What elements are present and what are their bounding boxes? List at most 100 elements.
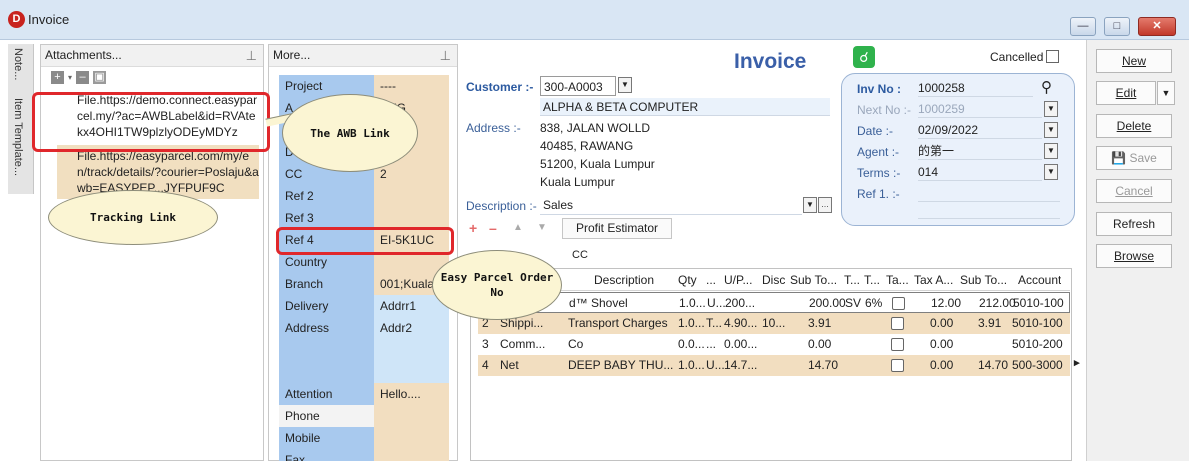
move-down-icon[interactable]: ▼ — [537, 222, 547, 233]
header-subtotal[interactable]: Sub To... — [790, 270, 837, 291]
save-button[interactable]: 💾 Save — [1096, 146, 1172, 170]
description-field[interactable]: Sales — [540, 195, 802, 215]
row-description[interactable]: Transport Charges — [568, 313, 668, 334]
save-attachment-icon[interactable]: ▣ — [93, 70, 107, 84]
tax-inclusive-checkbox[interactable] — [891, 338, 904, 351]
scroll-right-icon[interactable]: ▸ — [1074, 356, 1080, 369]
row-uom[interactable]: T... — [706, 313, 722, 334]
add-attachment-icon[interactable]: + — [51, 70, 64, 84]
ref1-field[interactable] — [918, 184, 1060, 202]
ref1-field-2[interactable] — [918, 205, 1060, 219]
maximize-button[interactable]: □ — [1104, 17, 1130, 36]
property-value[interactable] — [374, 207, 449, 229]
header-tax-rate[interactable]: T... — [864, 270, 880, 291]
tab-note[interactable]: Note... — [12, 48, 24, 80]
header-tax-code[interactable]: T... — [844, 270, 860, 291]
row-subtotal[interactable]: 3.91 — [808, 313, 831, 334]
row-uom[interactable]: ... — [706, 334, 716, 355]
property-value[interactable]: ---- — [374, 75, 449, 97]
customer-dropdown-icon[interactable]: ▼ — [618, 77, 632, 93]
row-total[interactable]: 14.70 — [978, 355, 1008, 376]
add-dropdown-icon[interactable]: ▾ — [68, 73, 72, 82]
next-no-dropdown-icon[interactable]: ▼ — [1044, 101, 1058, 117]
property-value[interactable]: Hello.... — [374, 383, 449, 405]
header-description[interactable]: Description — [594, 270, 654, 291]
header-account[interactable]: Account — [1018, 270, 1061, 291]
row-account[interactable]: 500-3000 — [1012, 355, 1063, 376]
move-up-icon[interactable]: ▲ — [513, 222, 523, 233]
browse-button[interactable]: Browse — [1096, 244, 1172, 268]
row-description[interactable]: Co — [568, 334, 583, 355]
header-qty[interactable]: Qty — [678, 270, 697, 291]
add-row-icon[interactable]: + — [469, 220, 477, 236]
date-field[interactable]: 02/09/2022 — [918, 121, 1042, 139]
row-tax-code[interactable]: SV — [845, 293, 861, 314]
row-total[interactable]: 212.00 — [979, 293, 1016, 314]
header-uom[interactable]: ... — [706, 270, 716, 291]
tax-inclusive-checkbox[interactable] — [891, 317, 904, 330]
customer-name-field[interactable]: ALPHA & BETA COMPUTER — [540, 98, 830, 116]
pin-icon[interactable]: ⊥ — [440, 46, 451, 66]
delete-button[interactable]: Delete — [1096, 114, 1172, 138]
cancel-button[interactable]: Cancel — [1096, 179, 1172, 203]
row-subtotal[interactable]: 0.00 — [808, 334, 831, 355]
row-qty[interactable]: 1.0... — [678, 313, 705, 334]
table-row[interactable]: 2 Shippi... Transport Charges 1.0... T... 4.9… — [478, 313, 1070, 334]
header-unit-price[interactable]: U/P... — [724, 270, 752, 291]
table-row[interactable]: 4 Net DEEP BABY THU... 1.0... U... 14.7... 14.… — [478, 355, 1070, 376]
share-icon[interactable]: ☌ — [853, 46, 875, 68]
date-dropdown-icon[interactable]: ▼ — [1044, 122, 1058, 138]
property-value[interactable] — [374, 361, 449, 383]
property-value[interactable] — [374, 449, 449, 461]
edit-button[interactable]: Edit — [1096, 81, 1156, 105]
row-account[interactable]: 5010-200 — [1012, 334, 1063, 355]
cancelled-checkbox[interactable] — [1046, 50, 1059, 63]
row-description[interactable]: DEEP BABY THU... — [568, 355, 673, 376]
row-unit-price[interactable]: 14.7... — [724, 355, 757, 376]
row-uom[interactable]: U... — [707, 293, 726, 314]
tax-inclusive-checkbox[interactable] — [892, 297, 905, 310]
profit-estimator-button[interactable]: Profit Estimator — [562, 218, 672, 239]
header-subtotal-tax[interactable]: Sub To... — [960, 270, 1007, 291]
header-disc[interactable]: Disc — [762, 270, 785, 291]
row-tax-rate[interactable]: 6% — [865, 293, 882, 314]
row-account[interactable]: 5010-100 — [1013, 293, 1064, 314]
row-disc[interactable]: 10... — [762, 313, 785, 334]
header-tax-amount[interactable]: Tax A... — [914, 270, 953, 291]
row-tax-amount[interactable]: 0.00 — [930, 313, 953, 334]
terms-dropdown-icon[interactable]: ▼ — [1044, 164, 1058, 180]
table-row[interactable]: 3 Comm... Co 0.0...... 0.00... 0.00 0.00 5010-2… — [478, 334, 1070, 355]
pin-icon[interactable]: ⊥ — [246, 46, 257, 66]
agent-field[interactable]: 的第一 — [918, 142, 1042, 160]
table-row[interactable]: d™ Shovel 1.0... U... 200... 200.00 SV 6% 12.00… — [478, 292, 1070, 313]
row-unit-price[interactable]: 4.90... — [724, 313, 757, 334]
agent-dropdown-icon[interactable]: ▼ — [1044, 143, 1058, 159]
row-description[interactable]: d™ Shovel — [569, 293, 628, 314]
row-item-code[interactable]: Net — [500, 355, 519, 376]
row-tax-amount[interactable]: 12.00 — [931, 293, 961, 314]
minimize-button[interactable]: — — [1070, 17, 1096, 36]
inv-no-field[interactable]: 1000258 — [918, 79, 1033, 97]
row-seq[interactable]: 3 — [482, 334, 489, 355]
new-button[interactable]: New — [1096, 49, 1172, 73]
row-account[interactable]: 5010-100 — [1012, 313, 1063, 334]
description-more-icon[interactable]: … — [818, 197, 832, 213]
row-total[interactable]: 3.91 — [978, 313, 1001, 334]
customer-code-field[interactable]: 300-A0003 — [540, 76, 616, 96]
close-button[interactable]: ✕ — [1138, 17, 1176, 36]
refresh-button[interactable]: Refresh — [1096, 212, 1172, 236]
property-value[interactable] — [374, 427, 449, 449]
row-unit-price[interactable]: 0.00... — [724, 334, 757, 355]
property-value[interactable] — [374, 185, 449, 207]
edit-dropdown-icon[interactable]: ▼ — [1157, 81, 1175, 105]
terms-field[interactable]: 014 — [918, 163, 1042, 181]
row-unit-price[interactable]: 200... — [725, 293, 755, 314]
property-value[interactable]: Addr2 — [374, 317, 449, 339]
search-icon[interactable]: ⚲ — [1041, 78, 1052, 96]
property-value[interactable] — [374, 339, 449, 361]
tax-inclusive-checkbox[interactable] — [891, 359, 904, 372]
tab-item-template[interactable]: Item Template... — [12, 98, 24, 176]
row-seq[interactable]: 4 — [482, 355, 489, 376]
row-qty[interactable]: 1.0... — [679, 293, 706, 314]
row-uom[interactable]: U... — [706, 355, 725, 376]
